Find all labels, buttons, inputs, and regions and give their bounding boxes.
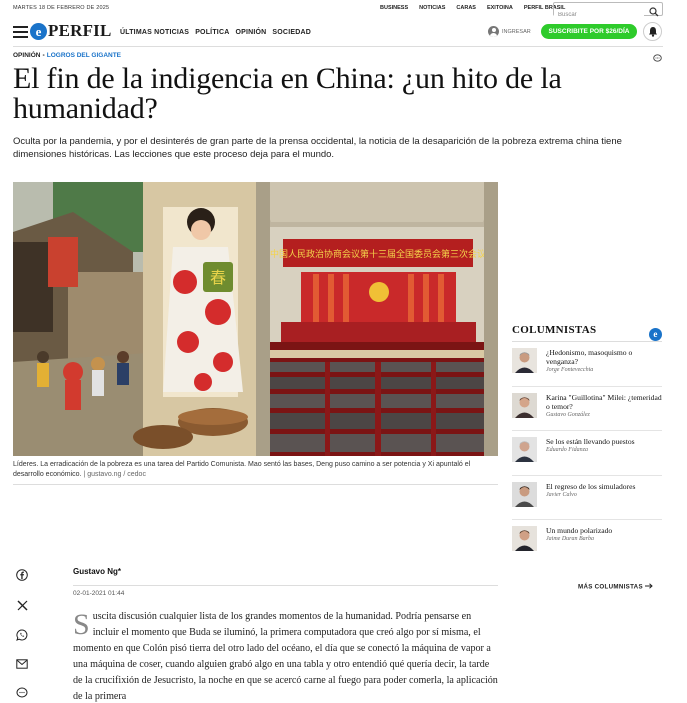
caption-source: | gustavo.ng / cedoc xyxy=(81,470,146,478)
columnist-title[interactable]: Karina "Guillotina" Milei: ¿temeridad o … xyxy=(546,393,662,411)
columnist-title[interactable]: Se los están llevando puestos xyxy=(546,437,635,446)
image-caption: Líderes. La erradicación de la pobreza e… xyxy=(13,460,498,479)
columnist-photo xyxy=(512,392,537,418)
columnist-title[interactable]: Un mundo polarizado xyxy=(546,526,612,535)
more-columnists-link[interactable]: MÁS COLUMNISTAS xyxy=(578,583,653,591)
hero-image[interactable]: 春 中国人民政治协商会议第十三届全国委员会第三次会议 xyxy=(13,182,498,456)
link-business[interactable]: BUSINESS xyxy=(380,5,408,11)
columnist-author: Jaime Duran Barba xyxy=(546,536,594,542)
perfil-badge-icon: e xyxy=(649,328,662,341)
columnist-title[interactable]: El regreso de los simuladores xyxy=(546,482,635,491)
article-title: El fin de la indigencia en China: ¿un hi… xyxy=(13,62,562,125)
columnists-title: COLUMNISTAS xyxy=(512,324,597,336)
bell-icon[interactable] xyxy=(643,22,662,41)
nav-ultimas-noticias[interactable]: ÚLTIMAS NOTICIAS xyxy=(120,29,189,36)
columnist-photo xyxy=(512,481,537,507)
columnist-item[interactable]: ¿Hedonismo, masoquismo o venganza? Jorge… xyxy=(512,342,662,387)
nav-sociedad[interactable]: SOCIEDAD xyxy=(272,29,311,36)
link-caras[interactable]: CARAS xyxy=(456,5,476,11)
columnist-photo xyxy=(512,348,537,373)
network-links: BUSINESS NOTICIAS CARAS EXITOINA PERFIL … xyxy=(380,5,565,11)
divider xyxy=(13,484,498,485)
columnist-item[interactable]: Se los están llevando puestos Eduardo Fi… xyxy=(512,431,662,476)
article-author[interactable]: Gustavo Ng* xyxy=(73,567,121,576)
columnist-author: Jorge Fontevecchia xyxy=(546,367,594,373)
columnists-heading: COLUMNISTAS e xyxy=(512,322,662,342)
current-date: MARTES 18 DE FEBRERO DE 2025 xyxy=(13,5,110,11)
main-nav: e PERFIL ÚLTIMAS NOTICIAS POLÍTICA OPINI… xyxy=(0,20,687,46)
user-icon xyxy=(488,26,499,37)
columnist-author: Javier Calvo xyxy=(546,491,577,498)
more-columnists-label: MÁS COLUMNISTAS xyxy=(578,583,643,591)
columnist-item[interactable]: Un mundo polarizado Jaime Duran Barba xyxy=(512,520,662,565)
article-body: Suscita discusión cualquier lista de los… xyxy=(73,609,498,703)
email-icon[interactable] xyxy=(15,657,29,671)
columnist-item[interactable]: El regreso de los simuladores Javier Cal… xyxy=(512,476,662,520)
breadcrumb-separator: • xyxy=(42,52,45,59)
article-paragraph: uscita discusión cualquier lista de los … xyxy=(73,611,498,702)
perfil-logo[interactable]: e PERFIL xyxy=(30,21,112,41)
columnist-title[interactable]: ¿Hedonismo, masoquismo o venganza? xyxy=(546,348,662,366)
subscribe-button[interactable]: SUSCRIBITE POR $26/DÍA xyxy=(541,24,637,39)
nav-links: ÚLTIMAS NOTICIAS POLÍTICA OPINIÓN SOCIED… xyxy=(120,29,311,36)
columnist-author: Eduardo Fidanza xyxy=(546,447,588,453)
publish-date: 02-01-2021 01:44 xyxy=(73,590,125,597)
nav-opinion[interactable]: OPINIÓN xyxy=(235,29,266,36)
top-utility-bar: MARTES 18 DE FEBRERO DE 2025 BUSINESS NO… xyxy=(0,0,687,21)
whatsapp-icon[interactable] xyxy=(15,628,29,642)
comment-icon[interactable] xyxy=(15,686,29,700)
breadcrumb-section[interactable]: OPINIÓN xyxy=(13,52,40,59)
comment-count-icon[interactable] xyxy=(653,50,662,68)
logo-text: PERFIL xyxy=(48,21,112,40)
divider xyxy=(13,46,663,47)
login-button[interactable]: INGRESAR xyxy=(488,26,531,37)
divider xyxy=(73,585,498,586)
columnist-author: Gustavo González xyxy=(546,411,590,418)
nav-politica[interactable]: POLÍTICA xyxy=(195,29,229,36)
arrow-right-icon xyxy=(644,583,653,591)
x-icon[interactable] xyxy=(15,598,29,612)
columnist-photo xyxy=(512,526,537,551)
columnist-photo xyxy=(512,437,537,462)
link-exitoina[interactable]: EXITOINA xyxy=(487,5,513,11)
article-lead: Oculta por la pandemia, y por el desinte… xyxy=(13,136,622,160)
facebook-icon[interactable] xyxy=(15,568,29,582)
columnists-sidebar: COLUMNISTAS e ¿Hedonismo, masoquismo o v… xyxy=(512,322,662,565)
columnist-item[interactable]: Karina "Guillotina" Milei: ¿temeridad o … xyxy=(512,387,662,431)
menu-icon[interactable] xyxy=(13,26,28,38)
search-box xyxy=(553,2,663,21)
hall-banner-text: 中国人民政治协商会议第十三届全国委员会第三次会议 xyxy=(270,248,486,260)
poster-character: 春 xyxy=(210,268,226,287)
logo-badge: e xyxy=(30,22,47,40)
login-label: INGRESAR xyxy=(502,28,531,35)
breadcrumb: OPINIÓN • LOGROS DEL GIGANTE xyxy=(13,52,121,59)
breadcrumb-subsection[interactable]: LOGROS DEL GIGANTE xyxy=(47,52,121,59)
drop-cap: S xyxy=(73,608,90,641)
link-noticias[interactable]: NOTICIAS xyxy=(419,5,445,11)
